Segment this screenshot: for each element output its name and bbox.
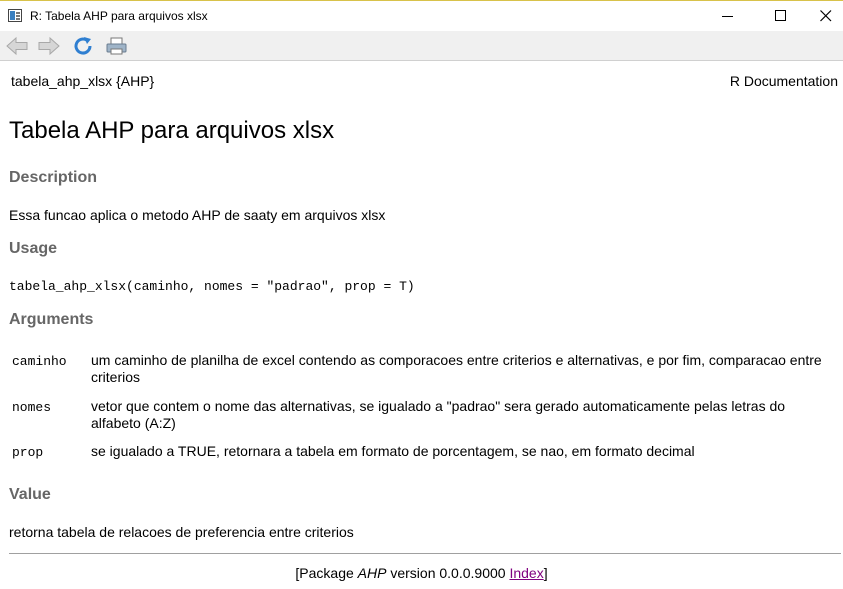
window-title-bar[interactable]: R: Tabela AHP para arquivos xlsx [0, 0, 843, 31]
index-link[interactable]: Index [509, 565, 543, 581]
maximize-button[interactable] [758, 1, 804, 31]
footer-close-bracket: ] [543, 565, 548, 581]
print-button[interactable] [105, 36, 129, 56]
description-heading: Description [9, 169, 98, 186]
value-heading: Value [9, 486, 51, 503]
footer-open-bracket: [Package [295, 565, 358, 581]
back-button[interactable] [5, 36, 29, 56]
back-arrow-icon [6, 36, 28, 56]
arguments-heading: Arguments [9, 311, 94, 328]
r-app-icon [8, 9, 22, 22]
argument-name: nomes [12, 400, 52, 415]
refresh-icon [74, 37, 92, 55]
forward-arrow-icon [38, 36, 60, 56]
package-version: version 0.0.0.9000 [386, 565, 510, 581]
footer-divider [9, 553, 841, 554]
doc-type-header: R Documentation [729, 73, 838, 89]
minimize-button[interactable] [705, 1, 751, 31]
argument-description: se igualado a TRUE, retornara a tabela e… [91, 443, 695, 459]
close-icon [820, 10, 832, 22]
refresh-button[interactable] [72, 36, 96, 56]
doc-topic-header: tabela_ahp_xlsx {AHP} [11, 73, 155, 89]
maximize-icon [775, 10, 786, 21]
argument-name: prop [12, 445, 44, 460]
argument-description: um caminho de planilha de excel contendo… [91, 352, 822, 385]
usage-code: tabela_ahp_xlsx(caminho, nomes = "padrao… [9, 279, 415, 294]
toolbar [0, 31, 843, 61]
argument-description: vetor que contem o nome das alternativas… [91, 398, 786, 431]
package-footer: [Package AHP version 0.0.0.9000 Index] [0, 565, 843, 581]
forward-button[interactable] [37, 36, 61, 56]
value-text: retorna tabela de relacoes de preferenci… [9, 524, 354, 540]
argument-name: caminho [12, 354, 67, 369]
close-button[interactable] [803, 1, 843, 31]
description-text: Essa funcao aplica o metodo AHP de saaty… [9, 207, 386, 223]
page-title: Tabela AHP para arquivos xlsx [9, 117, 335, 144]
minimize-icon [722, 16, 733, 17]
usage-heading: Usage [9, 240, 58, 257]
window-title: R: Tabela AHP para arquivos xlsx [30, 9, 208, 23]
help-document: tabela_ahp_xlsx {AHP} R Documentation Ta… [0, 61, 843, 589]
package-name: AHP [357, 565, 387, 581]
print-icon [106, 37, 127, 55]
